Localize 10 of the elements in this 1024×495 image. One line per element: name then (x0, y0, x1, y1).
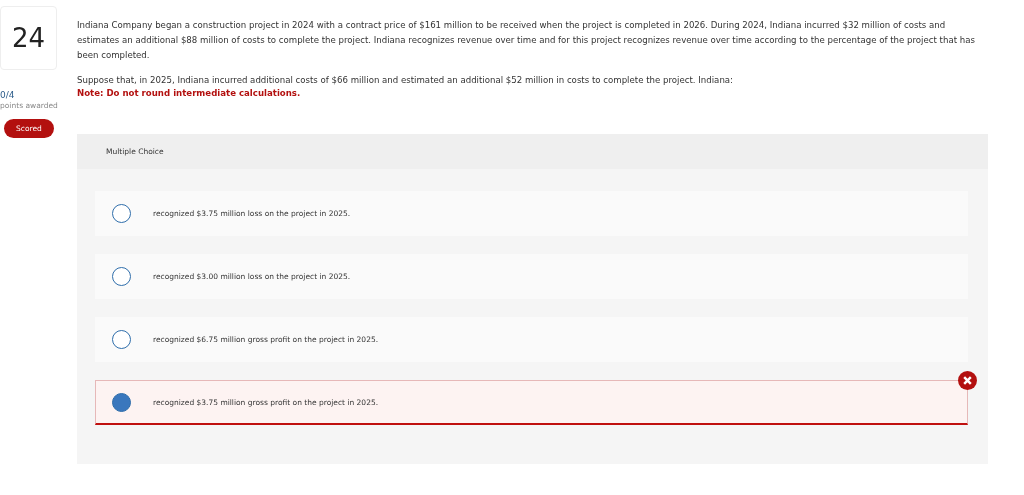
question-text: Suppose that, in 2025, Indiana incurred additional costs of $66 million and estimated an additional $52 million in costs to complete the project. Indiana: (77, 74, 734, 87)
radio-button[interactable] (112, 267, 131, 286)
radio-button[interactable] (112, 330, 131, 349)
question-text: Indiana Company began a construction project in 2024 with a contract price of $161 million to be received when the project is completed in 2026. During 2024, Indiana incurred $32 million of costs and estimates an additional $88 million of costs to complete the project. Indiana recognizes revenue over time and for this project recognizes revenue over time according to the percentage of the project that has been completed. (77, 19, 976, 62)
radio-button[interactable] (112, 392, 131, 412)
score: 0/4 (0, 90, 15, 100)
note-text: Note: Do not round intermediate calculations. (77, 88, 302, 98)
incorrect-icon (958, 371, 977, 390)
question-number: 24 (0, 6, 57, 70)
radio-button[interactable] (112, 204, 131, 223)
